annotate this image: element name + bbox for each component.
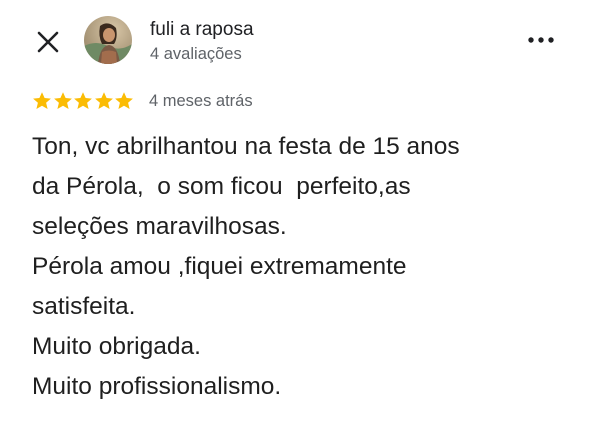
star-icon xyxy=(53,91,73,111)
review-text-line: Pérola amou ,fiquei extremamente xyxy=(32,253,407,280)
more-vert-icon xyxy=(528,37,554,43)
review-date: 4 meses atrás xyxy=(148,91,253,110)
star-icon xyxy=(114,91,134,111)
rating-row: 4 meses atrás xyxy=(32,89,253,113)
star-rating xyxy=(32,91,135,111)
review-text-line: Muito profissionalismo. xyxy=(32,373,282,400)
more-options-button[interactable] xyxy=(524,26,558,54)
avatar[interactable] xyxy=(84,16,132,64)
review-text: Ton, vc abrilhantou na festa de 15 anos d… xyxy=(32,127,580,407)
review-text-line: satisfeita. xyxy=(32,293,136,320)
review-text-line: Ton, vc abrilhantou na festa de 15 anos xyxy=(32,133,460,160)
review-text-line: Muito obrigada. xyxy=(32,333,201,360)
review-text-line: da Pérola, o som ficou perfeito,as xyxy=(32,173,411,200)
avatar-photo xyxy=(84,16,132,64)
author-name[interactable]: fuli a raposa xyxy=(150,18,254,42)
review-text-line: seleções maravilhosas. xyxy=(32,213,287,240)
star-icon xyxy=(94,91,114,111)
review-header: fuli a raposa 4 avaliações xyxy=(0,0,590,82)
star-icon xyxy=(32,91,52,111)
author-review-count: 4 avaliações xyxy=(150,45,242,63)
close-icon xyxy=(37,31,59,53)
star-icon xyxy=(73,91,93,111)
close-button[interactable] xyxy=(33,27,63,57)
